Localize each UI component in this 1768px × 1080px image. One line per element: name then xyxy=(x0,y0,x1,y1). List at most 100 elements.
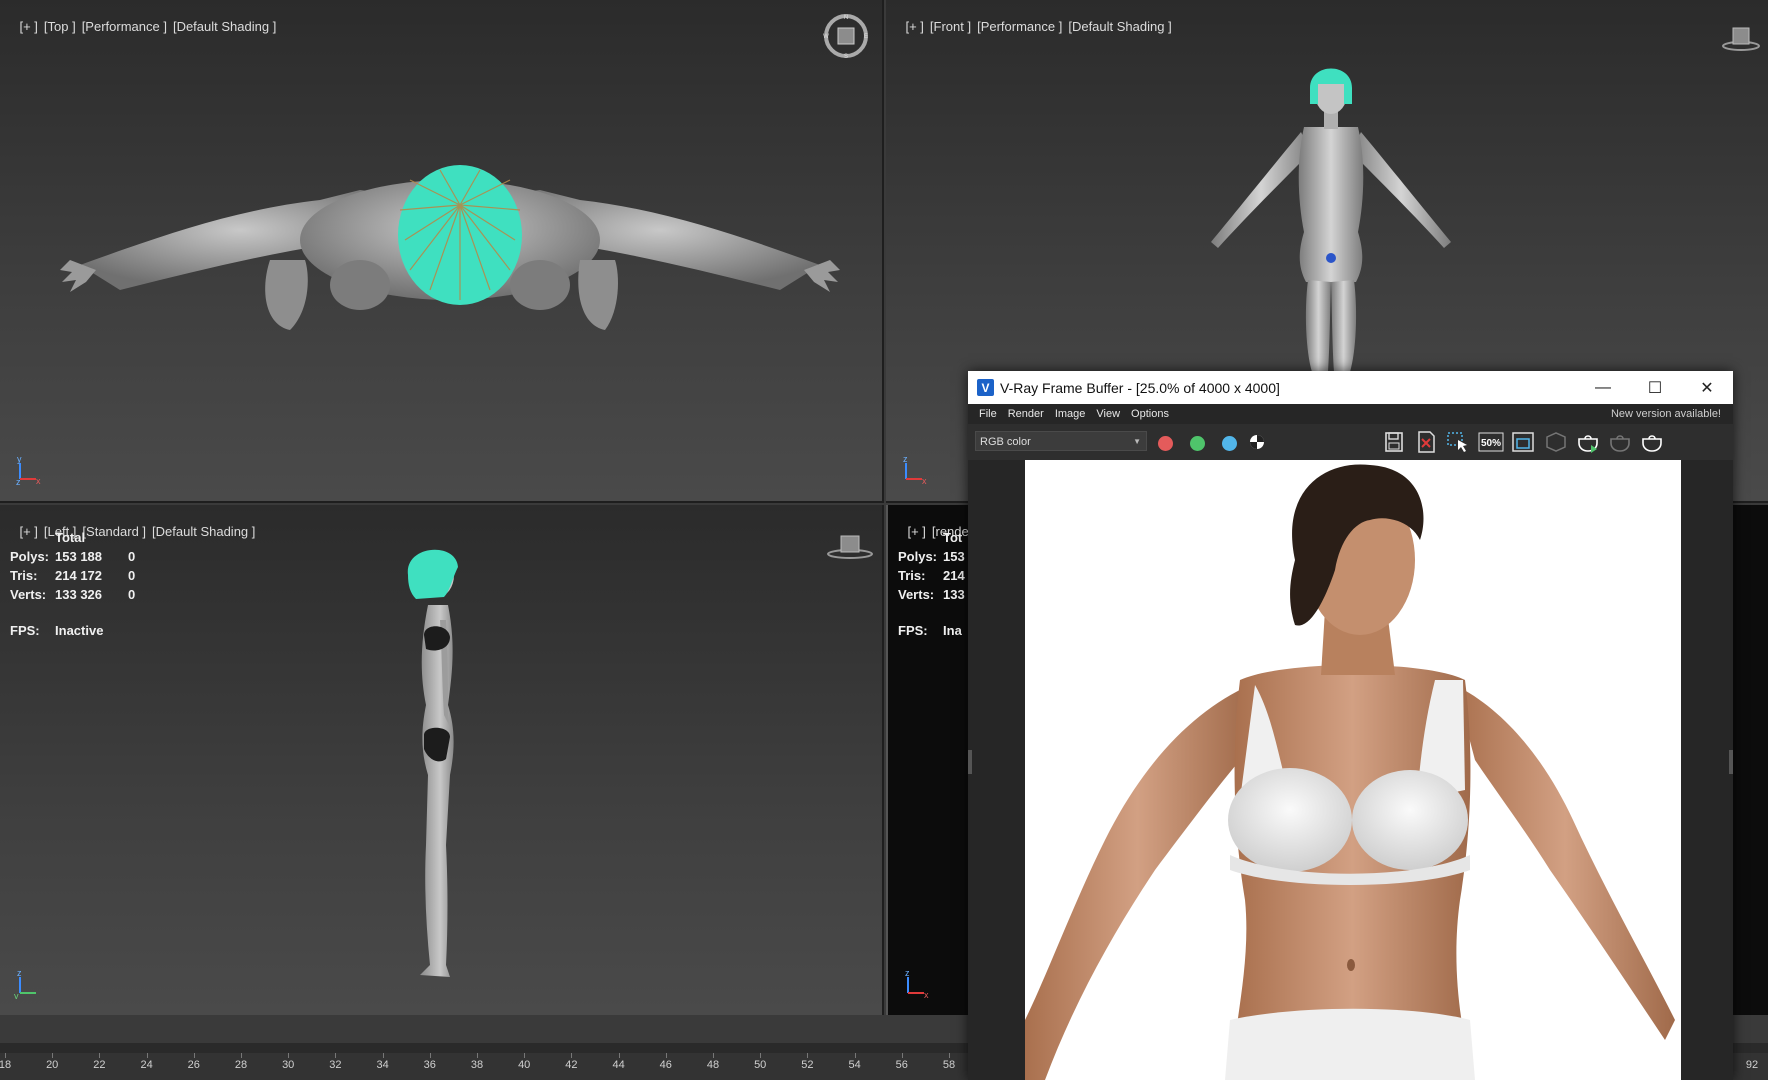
viewport-left[interactable]: [+ ] [Left ] [Standard ] [Default Shading ]… xyxy=(0,505,884,1015)
timeline-tick-mark xyxy=(241,1053,242,1058)
axis-gizmo-top: y z x xyxy=(16,455,41,485)
zoom-50-icon[interactable]: 50% xyxy=(1477,429,1505,455)
vray-frame-buffer-window[interactable]: V V-Ray Frame Buffer - [25.0% of 4000 x … xyxy=(968,371,1733,1080)
character-top-view[interactable] xyxy=(60,160,840,370)
channel-select-value: RGB color xyxy=(980,436,1031,448)
viewcube-icon[interactable] xyxy=(825,530,875,560)
timeline-tick-label: 54 xyxy=(848,1059,861,1071)
menu-render[interactable]: Render xyxy=(1008,408,1044,420)
scene-statistics: Total Polys: 153 188 0 Tris: 214 172 0 Verts… xyxy=(10,529,141,641)
left-panel-handle[interactable] xyxy=(968,750,972,774)
render-settings-icon[interactable] xyxy=(1542,429,1570,455)
right-panel-handle[interactable] xyxy=(1729,750,1733,774)
viewcube-compass-icon[interactable]: N S W E xyxy=(822,12,870,60)
timeline-tick-mark xyxy=(807,1053,809,1058)
menu-bar: File Render Image View Options New versi… xyxy=(968,404,1733,424)
viewport-top-label[interactable]: [+ ] [Top ] [Performance ] [Default Shading… xyxy=(5,4,282,49)
viewport-shading-mode[interactable]: [Default Shading ] xyxy=(152,524,255,539)
stats-tris-label: Tris: xyxy=(10,567,38,583)
stats-fps-label: FPS: xyxy=(10,622,40,638)
clear-image-icon[interactable] xyxy=(1412,429,1440,455)
timeline-tick-label: 52 xyxy=(801,1059,814,1071)
timeline-tick-label: 26 xyxy=(187,1059,200,1071)
stats-tris-label: Tris: xyxy=(898,567,926,583)
stats-fps-value: Inactive xyxy=(55,622,104,638)
window-title: V-Ray Frame Buffer - [25.0% of 4000 x 40… xyxy=(1000,379,1280,396)
blue-channel-toggle[interactable] xyxy=(1222,436,1237,451)
green-channel-toggle[interactable] xyxy=(1190,436,1205,451)
stats-header: Total xyxy=(55,529,86,545)
close-button[interactable]: ✕ xyxy=(1681,371,1733,404)
render-area[interactable] xyxy=(968,460,1733,1080)
timeline-tick-label: 56 xyxy=(895,1059,908,1071)
axis-y-label: y xyxy=(17,455,22,464)
viewport-view-name[interactable]: [Front ] xyxy=(930,19,971,34)
frame-icon[interactable] xyxy=(1509,429,1537,455)
axis-gizmo-front: z x xyxy=(903,455,927,485)
timeline-tick-mark xyxy=(524,1053,526,1058)
compass-w: W xyxy=(823,34,829,40)
save-image-icon[interactable] xyxy=(1380,429,1408,455)
timeline-tick-mark xyxy=(665,1053,667,1058)
timeline-tick-mark xyxy=(901,1053,903,1058)
timeline-tick-label: 24 xyxy=(140,1059,153,1071)
chevron-down-icon: ▼ xyxy=(1133,437,1141,446)
maximize-button[interactable]: ☐ xyxy=(1629,371,1681,404)
stats-verts-label: Verts: xyxy=(10,586,47,602)
timeline-tick-label: 38 xyxy=(470,1059,484,1071)
viewport-menu-plus[interactable]: [+ ] xyxy=(19,19,37,34)
channel-select[interactable]: RGB color ▼ xyxy=(975,431,1147,451)
viewport-menu-plus[interactable]: [+ ] xyxy=(905,19,923,34)
red-channel-toggle[interactable] xyxy=(1158,436,1173,451)
compass-e: E xyxy=(864,34,868,40)
menu-file[interactable]: File xyxy=(979,408,997,420)
viewport-shading-mode[interactable]: [Default Shading ] xyxy=(1068,19,1171,34)
compass-s: S xyxy=(844,54,848,60)
timeline-tick-mark xyxy=(5,1053,6,1058)
stats-polys-total: 153 188 xyxy=(55,548,103,564)
viewport-top[interactable]: [+ ] [Top ] [Performance ] [Default Shading… xyxy=(0,0,884,503)
menu-options[interactable]: Options xyxy=(1131,408,1169,420)
viewport-front-label[interactable]: [+ ] [Front ] [Performance ] [Default Shadi… xyxy=(891,4,1178,49)
interactive-render-icon[interactable] xyxy=(1574,429,1602,455)
mono-channel-icon[interactable] xyxy=(1243,429,1271,455)
viewport-render-mode[interactable]: [Performance ] xyxy=(82,19,167,34)
timeline-tick-label: 30 xyxy=(282,1059,295,1071)
timeline-tick-mark xyxy=(335,1053,337,1058)
render-teapot-icon[interactable] xyxy=(1638,429,1666,455)
timeline-tick-label: 50 xyxy=(754,1059,767,1071)
viewport-render-mode[interactable]: [Performance ] xyxy=(977,19,1062,34)
stats-fps-label: FPS: xyxy=(898,622,928,638)
timeline-tick-label: 44 xyxy=(612,1059,625,1071)
timeline-tick-label: 58 xyxy=(942,1059,956,1071)
axis-z-label: z xyxy=(903,455,908,464)
axis-x-label: x xyxy=(922,476,927,485)
region-render-icon[interactable] xyxy=(1444,429,1472,455)
menu-image[interactable]: Image xyxy=(1055,408,1086,420)
rendered-image xyxy=(1025,460,1681,1080)
window-title-bar[interactable]: V V-Ray Frame Buffer - [25.0% of 4000 x … xyxy=(968,371,1733,404)
axis-z-label: z xyxy=(17,969,22,978)
timeline-tick-mark xyxy=(854,1053,856,1058)
stats-fps-value: Ina xyxy=(943,622,962,638)
vray-logo-icon: V xyxy=(977,379,994,396)
timeline-tick-mark xyxy=(429,1053,431,1058)
minimize-button[interactable]: — xyxy=(1577,371,1629,404)
viewport-shading-mode[interactable]: [Default Shading ] xyxy=(173,19,276,34)
timeline-tick-mark xyxy=(382,1053,384,1058)
timeline-tick-mark xyxy=(99,1053,101,1058)
timeline-tick-label: 48 xyxy=(706,1059,720,1071)
stats-tris-selected: 0 xyxy=(128,567,136,583)
viewport-view-name[interactable]: [Top ] xyxy=(44,19,76,34)
timeline-tick-label: 46 xyxy=(659,1059,672,1071)
character-left-view[interactable] xyxy=(390,545,500,985)
zoom-badge-label: 50% xyxy=(1481,438,1501,449)
stop-render-icon[interactable] xyxy=(1606,429,1634,455)
timeline-tick-label: 36 xyxy=(423,1059,436,1071)
viewcube-icon[interactable] xyxy=(1721,22,1761,52)
timeline-tick-label: 32 xyxy=(329,1059,342,1071)
new-version-notice[interactable]: New version available! xyxy=(1611,408,1721,420)
menu-view[interactable]: View xyxy=(1096,408,1120,420)
timeline-tick-label: 18 xyxy=(0,1059,12,1071)
character-front-view[interactable] xyxy=(1186,52,1476,372)
